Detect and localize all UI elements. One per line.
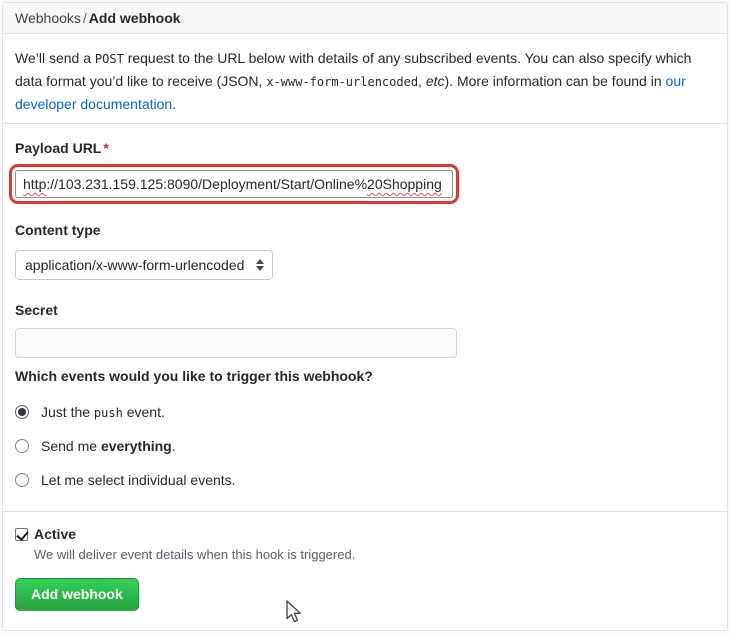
radio-option-send-everything[interactable]: Send me everything. [15, 438, 715, 454]
breadcrumb: Webhooks/Add webhook [3, 3, 727, 34]
webhook-form: Payload URL* http://103.231.159.125:8090… [3, 124, 727, 511]
add-webhook-panel: Webhooks/Add webhook We’ll send a POST r… [2, 2, 728, 631]
url-segment: 20Shopping [367, 176, 442, 192]
description-text: . [172, 96, 176, 112]
push-code: push [94, 406, 123, 420]
breadcrumb-separator: / [81, 10, 89, 26]
radio-label-text: Send me [41, 438, 101, 454]
active-label: Active [34, 526, 76, 542]
url-segment: ://103.231.159.125:8090/Deployment/Start… [46, 176, 367, 192]
radio-button-icon[interactable] [15, 439, 29, 453]
content-type-selected-value: application/x-www-form-urlencoded [25, 257, 244, 273]
select-updown-icon [256, 259, 264, 271]
description-text: , [418, 73, 426, 89]
breadcrumb-webhooks-link[interactable]: Webhooks [15, 10, 81, 26]
add-webhook-button[interactable]: Add webhook [15, 578, 139, 611]
secret-input[interactable] [15, 328, 457, 358]
radio-label-text: Let me select individual events. [41, 472, 236, 488]
radio-option-individual-events[interactable]: Let me select individual events. [15, 472, 715, 488]
radio-label-text: . [172, 438, 176, 454]
secret-label: Secret [15, 302, 715, 318]
radio-button-icon[interactable] [15, 405, 29, 419]
active-note: We will deliver event details when this … [34, 547, 715, 562]
urlencoded-code: x-www-form-urlencoded [266, 75, 418, 89]
etc-text: etc [426, 73, 445, 89]
url-segment: http [23, 176, 46, 192]
active-section: Active We will deliver event details whe… [3, 511, 727, 631]
everything-bold-text: everything [101, 438, 172, 454]
radio-label-text: Just the [41, 404, 94, 420]
content-type-label: Content type [15, 222, 715, 238]
radio-option-push-event[interactable]: Just the push event. [15, 404, 715, 420]
active-checkbox[interactable] [15, 528, 28, 541]
description-text: We’ll send a [15, 50, 95, 66]
active-checkbox-row[interactable]: Active [15, 526, 715, 542]
payload-url-input[interactable]: http://103.231.159.125:8090/Deployment/S… [15, 170, 453, 198]
description-text: ). More information can be found in [445, 73, 666, 89]
content-type-select[interactable]: application/x-www-form-urlencoded [15, 250, 273, 280]
events-question: Which events would you like to trigger t… [15, 368, 715, 384]
post-code: POST [95, 52, 124, 66]
radio-option-label: Send me everything. [41, 438, 176, 454]
required-asterisk: * [103, 140, 108, 156]
payload-url-label: Payload URL* [15, 140, 715, 156]
radio-option-label: Just the push event. [41, 404, 165, 420]
page-title: Add webhook [89, 10, 181, 26]
radio-button-icon[interactable] [15, 473, 29, 487]
radio-label-text: event. [123, 404, 165, 420]
payload-url-label-text: Payload URL [15, 140, 101, 156]
webhook-description: We’ll send a POST request to the URL bel… [3, 34, 727, 124]
radio-option-label: Let me select individual events. [41, 472, 236, 488]
